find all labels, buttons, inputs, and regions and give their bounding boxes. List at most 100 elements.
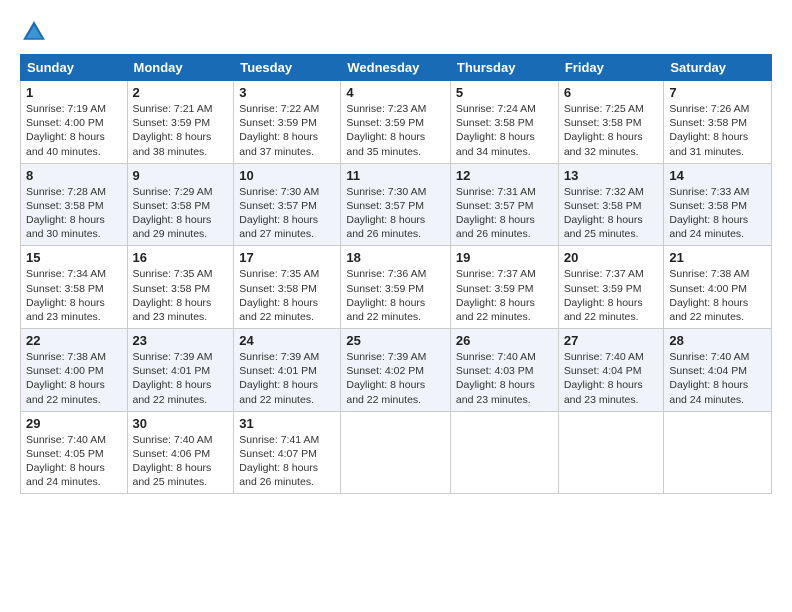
calendar-cell: 2 Sunrise: 7:21 AM Sunset: 3:59 PM Dayli…	[127, 81, 234, 164]
day-number: 16	[133, 250, 229, 265]
col-header-saturday: Saturday	[664, 55, 772, 81]
day-number: 22	[26, 333, 122, 348]
header-row: SundayMondayTuesdayWednesdayThursdayFrid…	[21, 55, 772, 81]
day-info: Sunrise: 7:31 AM Sunset: 3:57 PM Dayligh…	[456, 185, 553, 242]
calendar-cell: 30 Sunrise: 7:40 AM Sunset: 4:06 PM Dayl…	[127, 411, 234, 494]
calendar-table: SundayMondayTuesdayWednesdayThursdayFrid…	[20, 54, 772, 494]
day-info: Sunrise: 7:34 AM Sunset: 3:58 PM Dayligh…	[26, 267, 122, 324]
day-number: 28	[669, 333, 766, 348]
calendar-cell: 6 Sunrise: 7:25 AM Sunset: 3:58 PM Dayli…	[558, 81, 664, 164]
day-info: Sunrise: 7:40 AM Sunset: 4:04 PM Dayligh…	[564, 350, 659, 407]
day-number: 4	[346, 85, 445, 100]
col-header-tuesday: Tuesday	[234, 55, 341, 81]
calendar-cell: 18 Sunrise: 7:36 AM Sunset: 3:59 PM Dayl…	[341, 246, 451, 329]
day-info: Sunrise: 7:40 AM Sunset: 4:04 PM Dayligh…	[669, 350, 766, 407]
calendar-cell: 27 Sunrise: 7:40 AM Sunset: 4:04 PM Dayl…	[558, 329, 664, 412]
day-info: Sunrise: 7:30 AM Sunset: 3:57 PM Dayligh…	[346, 185, 445, 242]
calendar-cell: 10 Sunrise: 7:30 AM Sunset: 3:57 PM Dayl…	[234, 163, 341, 246]
day-info: Sunrise: 7:22 AM Sunset: 3:59 PM Dayligh…	[239, 102, 335, 159]
week-row-4: 22 Sunrise: 7:38 AM Sunset: 4:00 PM Dayl…	[21, 329, 772, 412]
calendar-cell: 25 Sunrise: 7:39 AM Sunset: 4:02 PM Dayl…	[341, 329, 451, 412]
day-info: Sunrise: 7:35 AM Sunset: 3:58 PM Dayligh…	[239, 267, 335, 324]
day-number: 23	[133, 333, 229, 348]
col-header-friday: Friday	[558, 55, 664, 81]
page: SundayMondayTuesdayWednesdayThursdayFrid…	[0, 0, 792, 504]
day-info: Sunrise: 7:23 AM Sunset: 3:59 PM Dayligh…	[346, 102, 445, 159]
day-number: 9	[133, 168, 229, 183]
calendar-cell: 12 Sunrise: 7:31 AM Sunset: 3:57 PM Dayl…	[450, 163, 558, 246]
calendar-cell: 9 Sunrise: 7:29 AM Sunset: 3:58 PM Dayli…	[127, 163, 234, 246]
col-header-monday: Monday	[127, 55, 234, 81]
logo-icon	[20, 18, 48, 46]
calendar-cell: 3 Sunrise: 7:22 AM Sunset: 3:59 PM Dayli…	[234, 81, 341, 164]
day-info: Sunrise: 7:19 AM Sunset: 4:00 PM Dayligh…	[26, 102, 122, 159]
calendar-cell: 21 Sunrise: 7:38 AM Sunset: 4:00 PM Dayl…	[664, 246, 772, 329]
day-number: 19	[456, 250, 553, 265]
day-info: Sunrise: 7:24 AM Sunset: 3:58 PM Dayligh…	[456, 102, 553, 159]
day-number: 26	[456, 333, 553, 348]
day-info: Sunrise: 7:36 AM Sunset: 3:59 PM Dayligh…	[346, 267, 445, 324]
day-info: Sunrise: 7:32 AM Sunset: 3:58 PM Dayligh…	[564, 185, 659, 242]
day-info: Sunrise: 7:35 AM Sunset: 3:58 PM Dayligh…	[133, 267, 229, 324]
day-number: 3	[239, 85, 335, 100]
day-number: 25	[346, 333, 445, 348]
calendar-cell: 7 Sunrise: 7:26 AM Sunset: 3:58 PM Dayli…	[664, 81, 772, 164]
logo	[20, 18, 52, 46]
calendar-cell: 28 Sunrise: 7:40 AM Sunset: 4:04 PM Dayl…	[664, 329, 772, 412]
day-info: Sunrise: 7:29 AM Sunset: 3:58 PM Dayligh…	[133, 185, 229, 242]
calendar-cell: 8 Sunrise: 7:28 AM Sunset: 3:58 PM Dayli…	[21, 163, 128, 246]
calendar-cell	[558, 411, 664, 494]
day-number: 8	[26, 168, 122, 183]
calendar-cell	[341, 411, 451, 494]
calendar-cell: 23 Sunrise: 7:39 AM Sunset: 4:01 PM Dayl…	[127, 329, 234, 412]
day-number: 15	[26, 250, 122, 265]
calendar-cell: 5 Sunrise: 7:24 AM Sunset: 3:58 PM Dayli…	[450, 81, 558, 164]
day-info: Sunrise: 7:39 AM Sunset: 4:02 PM Dayligh…	[346, 350, 445, 407]
col-header-wednesday: Wednesday	[341, 55, 451, 81]
day-info: Sunrise: 7:40 AM Sunset: 4:05 PM Dayligh…	[26, 433, 122, 490]
day-number: 14	[669, 168, 766, 183]
day-info: Sunrise: 7:40 AM Sunset: 4:06 PM Dayligh…	[133, 433, 229, 490]
day-info: Sunrise: 7:38 AM Sunset: 4:00 PM Dayligh…	[26, 350, 122, 407]
day-number: 30	[133, 416, 229, 431]
day-number: 7	[669, 85, 766, 100]
calendar-cell: 29 Sunrise: 7:40 AM Sunset: 4:05 PM Dayl…	[21, 411, 128, 494]
day-info: Sunrise: 7:38 AM Sunset: 4:00 PM Dayligh…	[669, 267, 766, 324]
day-number: 6	[564, 85, 659, 100]
day-info: Sunrise: 7:39 AM Sunset: 4:01 PM Dayligh…	[133, 350, 229, 407]
day-number: 20	[564, 250, 659, 265]
day-info: Sunrise: 7:33 AM Sunset: 3:58 PM Dayligh…	[669, 185, 766, 242]
day-info: Sunrise: 7:30 AM Sunset: 3:57 PM Dayligh…	[239, 185, 335, 242]
day-number: 11	[346, 168, 445, 183]
calendar-cell: 20 Sunrise: 7:37 AM Sunset: 3:59 PM Dayl…	[558, 246, 664, 329]
day-info: Sunrise: 7:26 AM Sunset: 3:58 PM Dayligh…	[669, 102, 766, 159]
day-info: Sunrise: 7:21 AM Sunset: 3:59 PM Dayligh…	[133, 102, 229, 159]
col-header-sunday: Sunday	[21, 55, 128, 81]
week-row-5: 29 Sunrise: 7:40 AM Sunset: 4:05 PM Dayl…	[21, 411, 772, 494]
calendar-cell	[450, 411, 558, 494]
calendar-cell: 31 Sunrise: 7:41 AM Sunset: 4:07 PM Dayl…	[234, 411, 341, 494]
calendar-cell: 4 Sunrise: 7:23 AM Sunset: 3:59 PM Dayli…	[341, 81, 451, 164]
day-number: 10	[239, 168, 335, 183]
day-info: Sunrise: 7:40 AM Sunset: 4:03 PM Dayligh…	[456, 350, 553, 407]
header	[20, 18, 772, 46]
day-number: 13	[564, 168, 659, 183]
calendar-cell: 1 Sunrise: 7:19 AM Sunset: 4:00 PM Dayli…	[21, 81, 128, 164]
calendar-cell: 11 Sunrise: 7:30 AM Sunset: 3:57 PM Dayl…	[341, 163, 451, 246]
day-info: Sunrise: 7:41 AM Sunset: 4:07 PM Dayligh…	[239, 433, 335, 490]
day-number: 2	[133, 85, 229, 100]
week-row-1: 1 Sunrise: 7:19 AM Sunset: 4:00 PM Dayli…	[21, 81, 772, 164]
day-number: 29	[26, 416, 122, 431]
day-number: 17	[239, 250, 335, 265]
calendar-cell: 16 Sunrise: 7:35 AM Sunset: 3:58 PM Dayl…	[127, 246, 234, 329]
day-info: Sunrise: 7:39 AM Sunset: 4:01 PM Dayligh…	[239, 350, 335, 407]
calendar-cell: 22 Sunrise: 7:38 AM Sunset: 4:00 PM Dayl…	[21, 329, 128, 412]
week-row-2: 8 Sunrise: 7:28 AM Sunset: 3:58 PM Dayli…	[21, 163, 772, 246]
calendar-cell: 24 Sunrise: 7:39 AM Sunset: 4:01 PM Dayl…	[234, 329, 341, 412]
calendar-cell: 26 Sunrise: 7:40 AM Sunset: 4:03 PM Dayl…	[450, 329, 558, 412]
calendar-cell	[664, 411, 772, 494]
day-number: 21	[669, 250, 766, 265]
week-row-3: 15 Sunrise: 7:34 AM Sunset: 3:58 PM Dayl…	[21, 246, 772, 329]
day-number: 27	[564, 333, 659, 348]
day-info: Sunrise: 7:37 AM Sunset: 3:59 PM Dayligh…	[564, 267, 659, 324]
